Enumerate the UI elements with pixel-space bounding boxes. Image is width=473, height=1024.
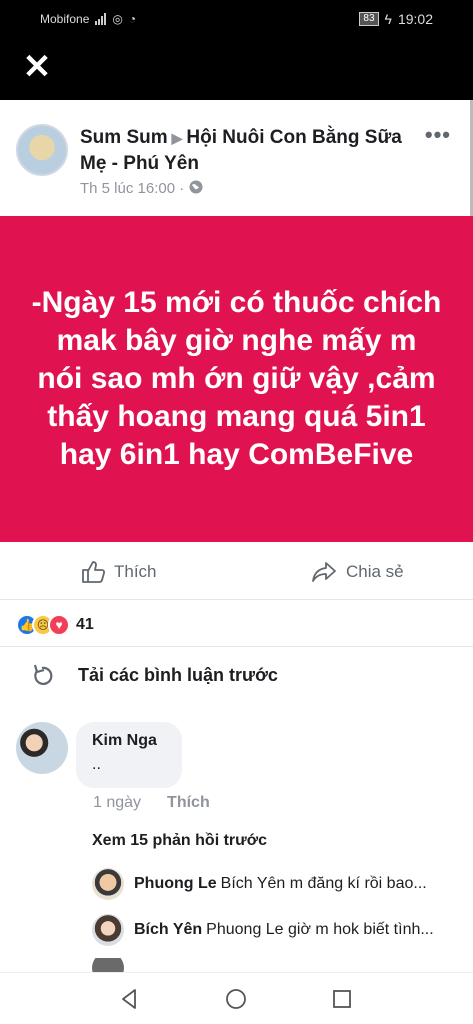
charging-icon: ϟ: [384, 11, 392, 27]
wifi-icon: ◎: [112, 12, 123, 26]
share-button[interactable]: Chia sẻ: [310, 559, 404, 585]
refresh-icon: [33, 664, 53, 685]
recent-apps-icon[interactable]: [330, 987, 354, 1011]
comment-bubble[interactable]: Kim Nga ..: [76, 722, 182, 788]
post-header: Sum Sum ▶ Hội Nuôi Con Bằng Sữa Mẹ - Phú Y…: [0, 100, 473, 216]
avatar[interactable]: [92, 868, 124, 900]
post-timestamp[interactable]: Th 5 lúc 16:00 ·: [80, 180, 184, 197]
load-previous-comments[interactable]: Tải các bình luận trước: [30, 662, 278, 688]
group-avatar[interactable]: [16, 124, 68, 176]
carrier-label: Mobifone: [40, 12, 90, 26]
view-previous-replies[interactable]: Xem 15 phản hồi trước: [92, 832, 267, 850]
system-nav-bar: [0, 972, 473, 1024]
post-meta: Th 5 lúc 16:00 ·: [80, 179, 204, 197]
battery-icon: 83: [359, 12, 379, 26]
load-previous-label: Tải các bình luận trước: [78, 664, 278, 685]
post-body: -Ngày 15 mới có thuốc chích mak bây giờ …: [0, 216, 473, 542]
share-label: Chia sẻ: [346, 562, 404, 581]
globe-icon: [188, 180, 204, 197]
thumbs-up-icon: [82, 561, 106, 583]
divider: [0, 646, 473, 647]
like-label: Thích: [114, 562, 157, 581]
comment-time: 1 ngày: [93, 794, 142, 811]
comment-text: ..: [92, 756, 101, 773]
share-arrow-icon: [312, 562, 336, 582]
avatar[interactable]: [16, 722, 68, 774]
post-title: Sum Sum ▶ Hội Nuôi Con Bằng Sữa Mẹ - Phú Y…: [80, 125, 410, 176]
reactions-summary[interactable]: 👍 ☹ ♥ 41: [16, 614, 94, 636]
top-bar: ✕: [0, 38, 473, 100]
commenter-name[interactable]: Kim Nga: [92, 732, 166, 750]
like-button[interactable]: Thích: [80, 559, 157, 585]
reply-text: Phuong Le giờ m hok biết tình...: [206, 921, 434, 938]
reply-item[interactable]: Phuong Le Bích Yên m đăng kí rồi bao...: [92, 866, 462, 902]
home-icon[interactable]: [224, 987, 248, 1011]
reaction-count: 41: [76, 616, 94, 633]
reply-item[interactable]: Bích Yên Phuong Le giờ m hok biết tình...: [92, 912, 462, 948]
reply-author[interactable]: Bích Yên: [134, 921, 202, 938]
author-name[interactable]: Sum Sum: [80, 127, 168, 148]
arrow-right-icon: ▶: [171, 130, 183, 146]
post-actions: Thích Chia sẻ: [0, 542, 473, 600]
reply-author[interactable]: Phuong Le: [134, 875, 217, 892]
love-reaction-icon: ♥: [48, 614, 70, 636]
signal-icon: [95, 13, 107, 25]
notification-icon: ◔: [128, 12, 137, 26]
screen: Mobifone ◎ ◔ 83 ϟ 19:02 ✕ Sum Sum ▶ Hội Nu…: [0, 0, 473, 1024]
status-bar: Mobifone ◎ ◔ 83 ϟ 19:02: [0, 0, 473, 38]
comment-meta: 1 ngày Thích: [93, 794, 210, 812]
reply-text: Bích Yên m đăng kí rồi bao...: [220, 875, 427, 892]
back-icon[interactable]: [118, 987, 142, 1011]
avatar[interactable]: [92, 914, 124, 946]
clock: 19:02: [397, 11, 433, 27]
close-icon[interactable]: ✕: [22, 50, 52, 84]
more-options-icon[interactable]: •••: [425, 122, 451, 148]
post-text: -Ngày 15 mới có thuốc chích mak bây giờ …: [31, 286, 442, 471]
comment-like-button[interactable]: Thích: [167, 794, 210, 812]
